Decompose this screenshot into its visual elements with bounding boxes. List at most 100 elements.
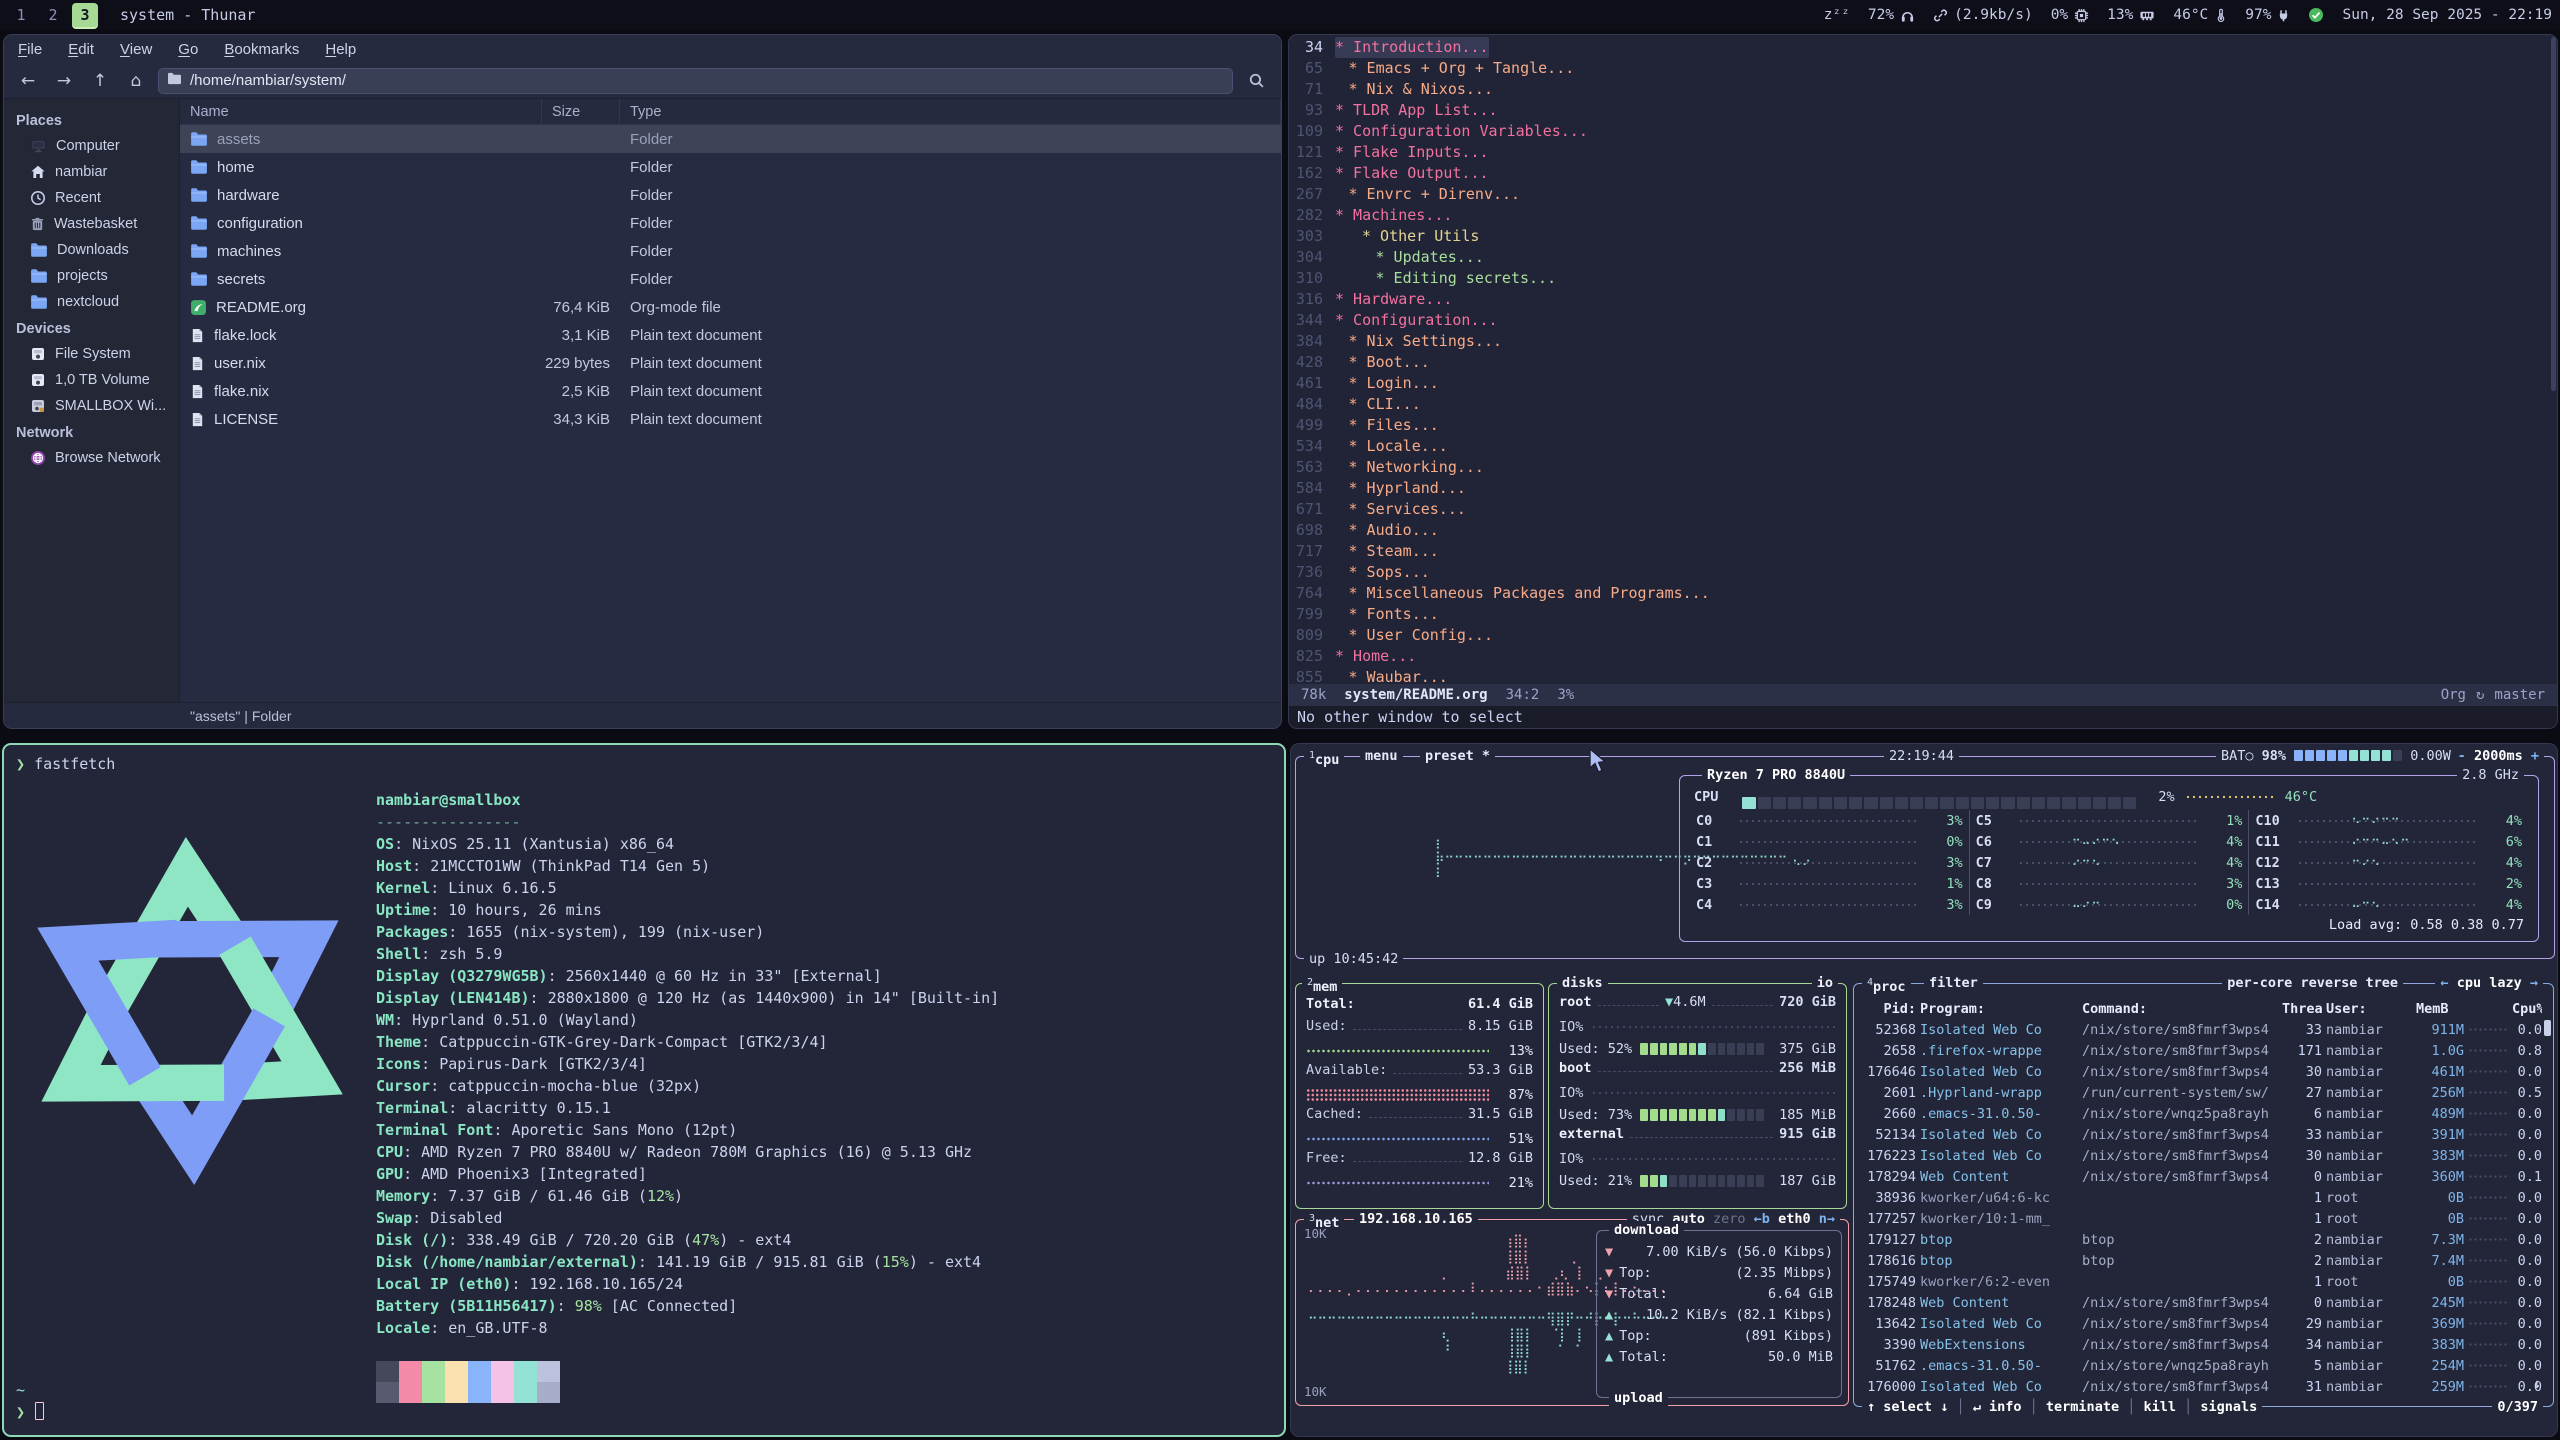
org-heading[interactable]: * Editing secrets... (1335, 268, 1556, 289)
org-heading[interactable]: * Hyprland... (1335, 478, 1466, 499)
sidebar-item-1-0-tb-volume[interactable]: 1,0 TB Volume (4, 367, 179, 393)
column-headers[interactable]: NameSizeType (180, 99, 1281, 125)
sidebar-item-browse-network[interactable]: Browse Network (4, 445, 179, 471)
file-row[interactable]: assetsFolder (180, 125, 1281, 153)
menu-go[interactable]: Go (178, 41, 198, 58)
org-heading[interactable]: * Other Utils (1335, 226, 1479, 247)
up-button[interactable]: ↑ (86, 68, 114, 94)
io-mode-toggle[interactable]: io (1812, 974, 1838, 992)
process-row[interactable]: 177257kworker/10:1-mm_1root0B0.0 (1862, 1208, 2545, 1229)
file-row[interactable]: secretsFolder (180, 265, 1281, 293)
process-row[interactable]: 178248Web Content/nix/store/sm8fmrf3wps4… (1862, 1292, 2545, 1313)
shell-prompt-empty[interactable]: ❯ (16, 1401, 44, 1423)
org-heading[interactable]: * Boot... (1335, 352, 1430, 373)
preset-tab[interactable]: preset * (1420, 747, 1495, 765)
workspace-1[interactable]: 1 (8, 3, 34, 27)
org-heading[interactable]: * Introduction... (1335, 37, 1489, 58)
sidebar-item-nextcloud[interactable]: nextcloud (4, 289, 179, 315)
sidebar-item-computer[interactable]: Computer (4, 133, 179, 159)
proc-panel-title[interactable]: 4proc (1862, 974, 1911, 996)
process-row[interactable]: 13642Isolated Web Co/nix/store/sm8fmrf3w… (1862, 1313, 2545, 1334)
menu-file[interactable]: File (18, 41, 42, 58)
menu-view[interactable]: View (120, 41, 152, 58)
org-heading[interactable]: * Updates... (1335, 247, 1484, 268)
workspace-2[interactable]: 2 (40, 3, 66, 27)
file-row[interactable]: machinesFolder (180, 237, 1281, 265)
process-row[interactable]: 179127btopbtop2nambiar7.3M0.0 (1862, 1229, 2545, 1250)
process-row[interactable]: 2660.emacs-31.0.50-/nix/store/wnqz5pa8ra… (1862, 1103, 2545, 1124)
column-header-size[interactable]: Size (542, 99, 620, 124)
proc-sort-selector[interactable]: ← cpu lazy → (2435, 974, 2543, 992)
org-heading[interactable]: * TLDR App List... (1335, 100, 1498, 121)
org-heading[interactable]: * Locale... (1335, 436, 1448, 457)
process-row[interactable]: 3390WebExtensions/nix/store/sm8fmrf3wps4… (1862, 1334, 2545, 1355)
proc-col-cpu[interactable]: Cpu% ↑ (2512, 1001, 2542, 1017)
proc-scrollbar-thumb[interactable] (2544, 1020, 2551, 1036)
org-heading[interactable]: * Configuration... (1335, 310, 1498, 331)
org-heading[interactable]: * Networking... (1335, 457, 1484, 478)
org-heading[interactable]: * Hardware... (1335, 289, 1452, 310)
org-heading[interactable]: * Machines... (1335, 205, 1452, 226)
org-heading[interactable]: * Sops... (1335, 562, 1430, 583)
org-heading[interactable]: * Flake Inputs... (1335, 142, 1489, 163)
process-row[interactable]: 178294Web Content/nix/store/sm8fmrf3wps4… (1862, 1166, 2545, 1187)
file-row[interactable]: hardwareFolder (180, 181, 1281, 209)
file-row[interactable]: LICENSE34,3 KiBPlain text document (180, 405, 1281, 433)
process-row[interactable]: 52368Isolated Web Co/nix/store/sm8fmrf3w… (1862, 1019, 2545, 1040)
workspace-switcher[interactable]: 123 (0, 3, 106, 27)
org-heading[interactable]: * Envrc + Direnv... (1335, 184, 1520, 205)
sidebar-item-wastebasket[interactable]: Wastebasket (4, 211, 179, 237)
process-row[interactable]: 175749kworker/6:2-even1root0B0.0 (1862, 1271, 2545, 1292)
search-button[interactable] (1241, 68, 1271, 94)
process-row[interactable]: 2601.Hyprland-wrapp/run/current-system/s… (1862, 1082, 2545, 1103)
org-heading[interactable]: * Home... (1335, 646, 1416, 667)
path-bar[interactable]: /home/nambiar/system/ (158, 68, 1233, 94)
workspace-3[interactable]: 3 (72, 3, 98, 27)
scrollbar-thumb[interactable] (2551, 37, 2556, 391)
org-heading[interactable]: * Miscellaneous Packages and Programs... (1335, 583, 1710, 604)
process-row[interactable]: 38936kworker/u64:6-kc1root0B0.0 (1862, 1187, 2545, 1208)
proc-footer-keys[interactable]: ↑ select ↓ │ ↵ info │ terminate │ kill │… (1862, 1398, 2262, 1416)
column-header-name[interactable]: Name (180, 99, 542, 124)
column-header-type[interactable]: Type (620, 99, 1281, 124)
menu-help[interactable]: Help (325, 41, 356, 58)
file-row[interactable]: homeFolder (180, 153, 1281, 181)
update-interval[interactable]: - 2000ms + (2453, 747, 2544, 765)
process-row[interactable]: 52134Isolated Web Co/nix/store/sm8fmrf3w… (1862, 1124, 2545, 1145)
proc-options[interactable]: per-core reverse tree (2222, 974, 2403, 992)
org-heading[interactable]: * User Config... (1335, 625, 1493, 646)
org-heading[interactable]: * Configuration Variables... (1335, 121, 1588, 142)
org-heading[interactable]: * Emacs + Org + Tangle... (1335, 58, 1574, 79)
org-heading[interactable]: * Nix Settings... (1335, 331, 1502, 352)
forward-button[interactable]: → (50, 68, 78, 94)
process-row[interactable]: 51762.emacs-31.0.50-/nix/store/wnqz5pa8r… (1862, 1355, 2545, 1376)
sidebar-item-file-system[interactable]: File System (4, 341, 179, 367)
process-column-headers[interactable]: Pid:Program:Command:Threads:User:MemBCpu… (1862, 998, 2545, 1019)
org-heading[interactable]: * CLI... (1335, 394, 1421, 415)
org-heading[interactable]: * Flake Output... (1335, 163, 1489, 184)
file-row[interactable]: README.org76,4 KiBOrg-mode file (180, 293, 1281, 321)
org-heading[interactable]: * Nix & Nixos... (1335, 79, 1493, 100)
file-row[interactable]: user.nix229 bytesPlain text document (180, 349, 1281, 377)
sidebar-item-nambiar[interactable]: nambiar (4, 159, 179, 185)
org-heading[interactable]: * Services... (1335, 499, 1466, 520)
org-heading[interactable]: * Audio... (1335, 520, 1439, 541)
proc-col-program[interactable]: Program: (1920, 1001, 2078, 1017)
proc-col-user[interactable]: User: (2326, 1001, 2412, 1017)
back-button[interactable]: ← (14, 68, 42, 94)
org-heading[interactable]: * Steam... (1335, 541, 1439, 562)
proc-col-pid[interactable]: Pid: (1862, 1001, 1916, 1017)
sidebar-item-smallbox-wi-[interactable]: SMALLBOX Wi... (4, 393, 179, 419)
menu-tab[interactable]: menu (1360, 747, 1403, 765)
mem-panel-title[interactable]: 2mem (1302, 974, 1342, 996)
process-row[interactable]: 176000Isolated Web Co/nix/store/sm8fmrf3… (1862, 1376, 2545, 1397)
org-heading[interactable]: * Fonts... (1335, 604, 1439, 625)
sidebar-item-downloads[interactable]: Downloads (4, 237, 179, 263)
sidebar-item-recent[interactable]: Recent (4, 185, 179, 211)
file-row[interactable]: configurationFolder (180, 209, 1281, 237)
proc-col-threads[interactable]: Threads: (2282, 1001, 2322, 1017)
file-row[interactable]: flake.lock3,1 KiBPlain text document (180, 321, 1281, 349)
process-row[interactable]: 2658.firefox-wrappe/nix/store/sm8fmrf3wp… (1862, 1040, 2545, 1061)
filter-button[interactable]: filter (1924, 974, 1983, 992)
process-row[interactable]: 176646Isolated Web Co/nix/store/sm8fmrf3… (1862, 1061, 2545, 1082)
